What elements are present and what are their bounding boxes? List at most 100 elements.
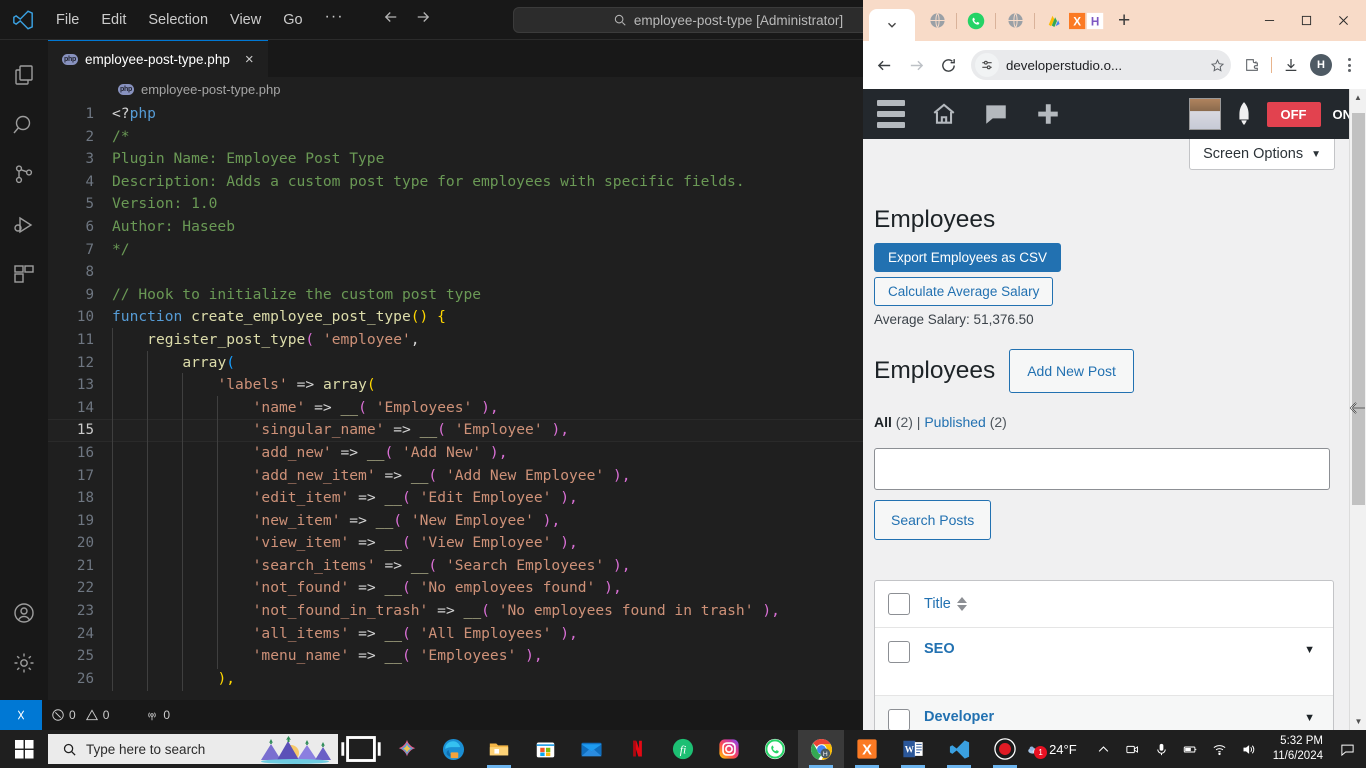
notification-icon[interactable] [1333,742,1362,757]
address-bar[interactable]: developerstudio.o... [971,50,1231,80]
search-posts-button[interactable]: Search Posts [874,500,992,540]
search-input[interactable]: Type here to search [48,734,338,764]
search-icon[interactable] [0,100,48,150]
edge-icon[interactable] [430,730,476,768]
scroll-up-arrow[interactable]: ▲ [1350,89,1366,106]
instagram-icon[interactable] [706,730,752,768]
code-line-12[interactable]: 12 array( [48,350,866,375]
netflix-icon[interactable] [614,730,660,768]
code-line-25[interactable]: 25 'menu_name' => __( 'Employees' ), [48,644,866,669]
code-line-6[interactable]: 6 Author: Haseeb [48,216,866,239]
kebab-menu-icon[interactable] [1338,58,1360,72]
minimize-button[interactable] [1251,0,1288,41]
new-tab-button[interactable]: + [1118,10,1130,31]
filter-published-label[interactable]: Published [924,414,986,430]
mail-icon[interactable] [568,730,614,768]
code-line-1[interactable]: 1 <?php [48,103,866,126]
screen-options-toggle[interactable]: Screen Options ▼ [1189,139,1335,170]
battery-icon[interactable] [1176,742,1205,757]
code-line-4[interactable]: 4 Description: Adds a custom post type fo… [48,171,866,194]
favicon-adsense[interactable] [1040,12,1068,30]
close-button[interactable] [1325,0,1362,41]
code-line-20[interactable]: 20 'view_item' => __( 'View Employee' ), [48,531,866,556]
code-line-17[interactable]: 17 'add_new_item' => __( 'Add New Employ… [48,463,866,488]
code-content[interactable]: 1 <?php 2 /* 3 Plugin Name: Employee Post Typ… [48,101,866,692]
chrome-icon[interactable]: H [798,730,844,768]
show-hidden-icons[interactable] [1089,742,1118,757]
wifi-icon[interactable] [1205,742,1234,757]
scroll-down-arrow[interactable]: ▼ [1350,713,1366,730]
maximize-button[interactable] [1288,0,1325,41]
code-line-23[interactable]: 23 'not_found_in_trash' => __( 'No emplo… [48,599,866,624]
whatsapp-icon[interactable] [752,730,798,768]
favicon-xampp[interactable]: XH [1068,12,1106,30]
code-line-11[interactable]: 11 register_post_type( 'employee', [48,327,866,353]
menu-file[interactable]: File [46,8,89,32]
column-header-title[interactable]: Title [924,596,967,612]
task-view-icon[interactable] [338,730,384,768]
microphone-icon[interactable] [1147,742,1176,757]
profile-avatar[interactable]: H [1310,54,1332,76]
run-debug-icon[interactable] [0,200,48,250]
export-csv-button[interactable]: Export Employees as CSV [874,243,1062,272]
vscode-command-search[interactable]: employee-post-type [Administrator] [513,7,866,33]
copilot-icon[interactable] [384,730,430,768]
nav-forward-icon[interactable] [414,8,432,31]
code-line-13[interactable]: 13 'labels' => array( [48,373,866,398]
remote-window-icon[interactable] [0,700,42,730]
forward-arrow-icon[interactable] [901,50,931,80]
sort-icon[interactable] [956,597,967,611]
editor-tab-employee-post-type[interactable]: php employee-post-type.php × [48,40,268,77]
weather-widget[interactable]: 1 [1020,742,1049,759]
code-line-21[interactable]: 21 'search_items' => __( 'Search Employe… [48,553,866,579]
status-ports[interactable]: 0 [136,708,179,722]
code-line-19[interactable]: 19 'new_item' => __( 'New Employee' ), [48,508,866,533]
code-line-15[interactable]: 15 'singular_name' => __( 'Employee' ), [48,418,866,443]
menu-view[interactable]: View [220,8,271,32]
settings-gear-icon[interactable] [0,638,48,688]
fiverr-icon[interactable]: fi [660,730,706,768]
tab-dropdown-button[interactable] [869,9,915,41]
row-title-seo[interactable]: SEO [924,641,955,657]
chevron-down-icon[interactable]: ▼ [1304,644,1315,656]
plus-icon[interactable] [1035,101,1061,127]
xampp-icon[interactable]: X [844,730,890,768]
vscode-menubar[interactable]: File Edit Selection View Go ··· [46,4,354,35]
toggle-off-button[interactable]: OFF [1266,101,1321,127]
puzzle-icon[interactable] [1239,57,1265,73]
back-arrow-icon[interactable] [869,50,899,80]
breadcrumb[interactable]: php employee-post-type.php [48,77,866,101]
site-settings-icon[interactable] [975,53,999,77]
code-line-5[interactable]: 5 Version: 1.0 [48,193,866,216]
menu-selection[interactable]: Selection [138,8,218,32]
volume-icon[interactable] [1234,742,1263,757]
select-all-checkbox[interactable] [888,593,910,615]
home-icon[interactable] [931,101,957,127]
nav-back-icon[interactable] [382,8,400,31]
code-line-26[interactable]: 26 ), [48,666,866,692]
code-line-8[interactable]: 8 [48,261,866,284]
row-checkbox[interactable] [888,709,910,730]
code-line-2[interactable]: 2 /* [48,126,866,149]
star-icon[interactable] [1210,58,1225,73]
favicon-globe-1[interactable] [923,12,951,29]
code-line-9[interactable]: 9 // Hook to initialize the custom post t… [48,284,866,307]
user-avatar[interactable] [1188,98,1221,130]
code-line-3[interactable]: 3 Plugin Name: Employee Post Type [48,148,866,171]
chevron-down-icon[interactable]: ▼ [1304,712,1315,724]
scrollbar-thumb[interactable] [1352,113,1365,505]
code-line-16[interactable]: 16 'add_new' => __( 'Add New' ), [48,440,866,466]
status-problems[interactable]: 0 0 [42,708,118,722]
search-input[interactable] [874,448,1330,490]
menu-more[interactable]: ··· [315,4,354,35]
hamburger-icon[interactable] [877,100,905,128]
menu-edit[interactable]: Edit [91,8,136,32]
comment-bubble-icon[interactable] [983,101,1009,127]
menu-go[interactable]: Go [273,8,312,32]
rocket-icon[interactable] [1233,101,1255,127]
row-checkbox[interactable] [888,641,910,663]
camera-icon[interactable] [1118,742,1147,757]
close-icon[interactable]: × [245,52,254,67]
source-control-icon[interactable] [0,150,48,200]
clock[interactable]: 5:32 PM 11/6/2024 [1263,734,1333,764]
